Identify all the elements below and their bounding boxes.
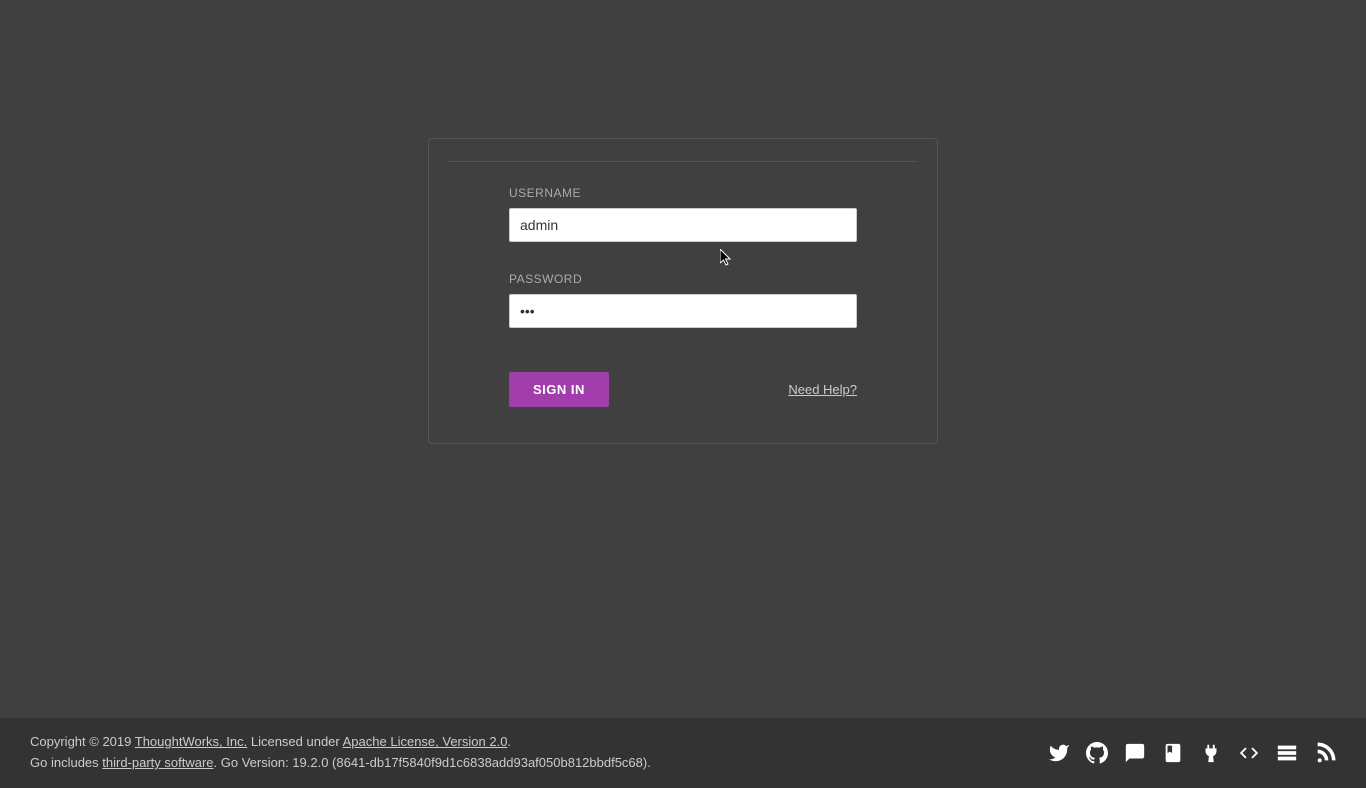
plug-icon[interactable] bbox=[1200, 742, 1222, 764]
help-link[interactable]: Need Help? bbox=[788, 382, 857, 397]
thirdparty-link[interactable]: third-party software bbox=[102, 755, 213, 770]
copyright-prefix: Copyright © 2019 bbox=[30, 734, 135, 749]
twitter-icon[interactable] bbox=[1048, 742, 1070, 764]
footer-icons bbox=[1048, 742, 1336, 764]
form-actions: SIGN IN Need Help? bbox=[429, 372, 937, 407]
company-link[interactable]: ThoughtWorks, Inc. bbox=[135, 734, 247, 749]
footer-text: Copyright © 2019 ThoughtWorks, Inc. Lice… bbox=[30, 732, 651, 774]
license-link[interactable]: Apache License, Version 2.0 bbox=[343, 734, 508, 749]
login-panel: USERNAME PASSWORD SIGN IN Need Help? bbox=[428, 138, 938, 444]
password-label: PASSWORD bbox=[509, 272, 857, 286]
username-group: USERNAME bbox=[429, 186, 937, 242]
code-icon[interactable] bbox=[1238, 742, 1260, 764]
password-group: PASSWORD bbox=[429, 272, 937, 328]
footer: Copyright © 2019 ThoughtWorks, Inc. Lice… bbox=[0, 718, 1366, 788]
licensed-text: Licensed under bbox=[247, 734, 342, 749]
password-input[interactable] bbox=[509, 294, 857, 328]
license-suffix: . bbox=[507, 734, 511, 749]
go-includes-prefix: Go includes bbox=[30, 755, 102, 770]
rss-icon[interactable] bbox=[1314, 742, 1336, 764]
book-icon[interactable] bbox=[1162, 742, 1184, 764]
signin-button[interactable]: SIGN IN bbox=[509, 372, 609, 407]
github-icon[interactable] bbox=[1086, 742, 1108, 764]
panel-divider bbox=[449, 161, 917, 162]
server-icon[interactable] bbox=[1276, 742, 1298, 764]
username-label: USERNAME bbox=[509, 186, 857, 200]
chat-icon[interactable] bbox=[1124, 742, 1146, 764]
version-text: . Go Version: 19.2.0 (8641-db17f5840f9d1… bbox=[214, 755, 651, 770]
username-input[interactable] bbox=[509, 208, 857, 242]
